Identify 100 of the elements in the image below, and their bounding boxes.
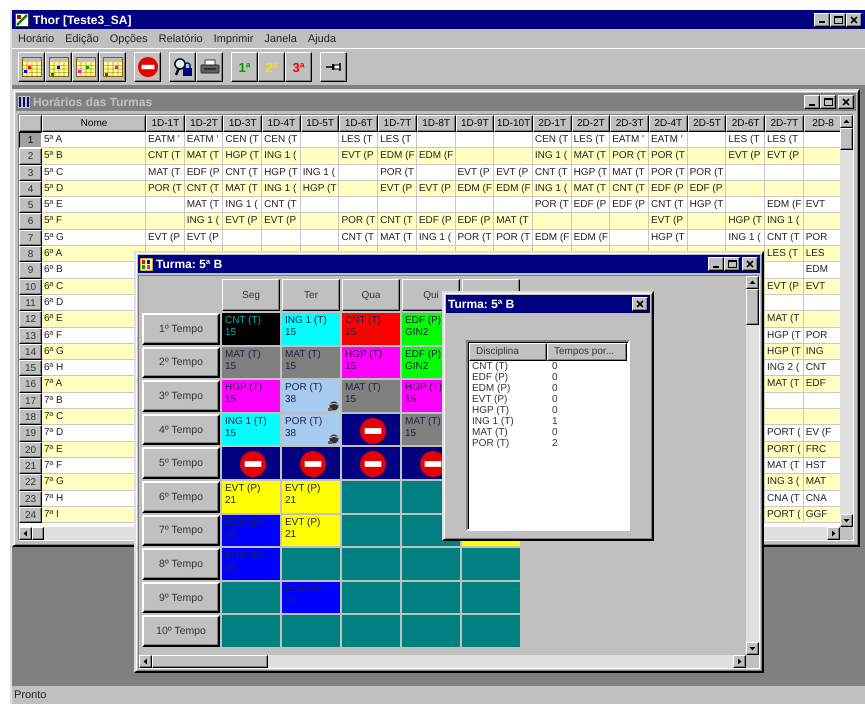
toolbar-button[interactable] bbox=[18, 52, 45, 82]
column-header[interactable]: 1D-9T bbox=[456, 115, 494, 132]
column-header[interactable]: 2D-8 bbox=[804, 115, 840, 132]
lesson-cell[interactable]: HGP (T) 15 bbox=[222, 380, 280, 412]
row-header[interactable]: 21 bbox=[19, 458, 42, 474]
column-header[interactable]: 1D-10T bbox=[494, 115, 533, 132]
blocked-cell[interactable] bbox=[342, 447, 400, 479]
column-header[interactable]: 1D-7T bbox=[378, 115, 417, 132]
blocked-cell[interactable] bbox=[342, 414, 400, 446]
menu-item[interactable]: Ajuda bbox=[308, 32, 336, 44]
empty-cell[interactable] bbox=[462, 615, 520, 647]
row-header[interactable]: 23 bbox=[19, 490, 42, 507]
period-button[interactable]: 8º Tempo bbox=[142, 548, 220, 580]
row-header[interactable]: 24 bbox=[19, 506, 42, 524]
period-button[interactable]: 9º Tempo bbox=[142, 582, 220, 614]
row-header[interactable]: 3 bbox=[19, 164, 42, 181]
column-header[interactable]: 2D-6T bbox=[726, 115, 765, 132]
period-button[interactable]: 4º Tempo bbox=[142, 414, 220, 446]
menu-item[interactable]: Edição bbox=[65, 32, 99, 44]
column-header[interactable]: 1D-2T bbox=[184, 115, 224, 132]
empty-cell[interactable] bbox=[282, 615, 340, 647]
period-button[interactable]: 7º Tempo bbox=[142, 514, 220, 546]
close-button[interactable] bbox=[742, 257, 758, 271]
empty-cell[interactable] bbox=[402, 615, 460, 647]
lesson-cell[interactable]: CNT (T) 15 bbox=[222, 313, 280, 345]
close-button[interactable] bbox=[632, 297, 648, 311]
period-button[interactable]: 2º Tempo bbox=[142, 346, 220, 378]
maximize-button[interactable] bbox=[830, 12, 846, 26]
menu-item[interactable]: Opções bbox=[110, 32, 148, 44]
scroll-thumb[interactable] bbox=[152, 655, 268, 668]
row-header[interactable]: 9 bbox=[19, 262, 42, 279]
column-header[interactable]: 1D-3T bbox=[223, 115, 262, 132]
scroll-arrow-button[interactable] bbox=[139, 655, 152, 668]
maximize-button[interactable] bbox=[724, 257, 740, 271]
scroll-arrow-button[interactable] bbox=[746, 642, 759, 655]
lesson-cell[interactable]: HGP (T) 15 bbox=[342, 346, 400, 378]
row-header[interactable]: 1 bbox=[19, 132, 42, 148]
row-header[interactable]: 22 bbox=[19, 474, 42, 491]
column-header[interactable]: 2D-2T bbox=[572, 115, 610, 132]
row-header[interactable]: 10 bbox=[19, 278, 42, 295]
toolbar-button[interactable] bbox=[99, 52, 126, 82]
column-header[interactable]: 1D-4T bbox=[262, 115, 301, 132]
scroll-arrow-button[interactable] bbox=[840, 514, 853, 527]
row-header[interactable]: 11 bbox=[19, 294, 42, 312]
blocked-cell[interactable] bbox=[222, 447, 280, 479]
scroll-thumb[interactable] bbox=[840, 128, 853, 150]
column-header[interactable]: Nome bbox=[42, 115, 146, 132]
column-header[interactable]: 1D-6T bbox=[339, 115, 378, 132]
column-header[interactable]: 1D-5T bbox=[300, 115, 340, 132]
scroll-arrow-button[interactable] bbox=[19, 527, 32, 540]
empty-cell[interactable] bbox=[402, 582, 460, 614]
row-header[interactable]: 17 bbox=[19, 392, 42, 410]
empty-cell[interactable] bbox=[342, 480, 400, 513]
toolbar-button[interactable] bbox=[320, 52, 347, 82]
empty-cell[interactable] bbox=[462, 582, 520, 614]
row-header[interactable]: 20 bbox=[19, 442, 42, 458]
row-header[interactable]: 16 bbox=[19, 376, 42, 393]
empty-cell[interactable] bbox=[342, 514, 400, 546]
day-header[interactable]: Ter bbox=[282, 279, 340, 311]
row-header[interactable]: 5 bbox=[19, 197, 42, 214]
day-header[interactable]: Qua bbox=[342, 279, 400, 311]
menu-item[interactable]: Imprimir bbox=[214, 32, 254, 44]
minimize-button[interactable] bbox=[814, 12, 830, 26]
scroll-thumb[interactable] bbox=[746, 289, 759, 325]
row-header[interactable]: 6 bbox=[19, 213, 42, 230]
column-header[interactable]: 2D-7T bbox=[765, 115, 804, 132]
period-button[interactable]: 6º Tempo bbox=[142, 480, 220, 513]
lesson-cell[interactable]: EVT (P) 21 bbox=[282, 480, 340, 513]
vertical-scrollbar[interactable] bbox=[840, 115, 853, 527]
maximize-button[interactable] bbox=[820, 95, 836, 109]
horizontal-scrollbar[interactable] bbox=[139, 655, 746, 668]
column-header[interactable]: 1D-8T bbox=[416, 115, 456, 132]
lesson-cell[interactable]: MAT (T) 15 bbox=[222, 346, 280, 378]
scroll-arrow-button[interactable] bbox=[840, 115, 853, 128]
column-header[interactable]: 2D-4T bbox=[648, 115, 688, 132]
lesson-cell[interactable]: MAT (T) 15 bbox=[282, 346, 340, 378]
column-header[interactable]: 2D-5T bbox=[688, 115, 726, 132]
scroll-arrow-button[interactable] bbox=[827, 527, 840, 540]
empty-cell[interactable] bbox=[222, 615, 280, 647]
column-header[interactable]: 2D-3T bbox=[610, 115, 649, 132]
period-button[interactable]: 5º Tempo bbox=[142, 447, 220, 479]
empty-cell[interactable] bbox=[402, 548, 460, 580]
row-header[interactable]: 12 bbox=[19, 311, 42, 328]
column-header[interactable]: 1D-1T bbox=[146, 115, 185, 132]
period-button[interactable]: 1º Tempo bbox=[142, 313, 220, 345]
minimize-button[interactable] bbox=[708, 257, 724, 271]
scroll-arrow-button[interactable] bbox=[746, 276, 759, 289]
toolbar-button[interactable] bbox=[72, 52, 99, 82]
row-header[interactable]: 13 bbox=[19, 328, 42, 344]
row-header[interactable]: 8 bbox=[19, 246, 42, 262]
empty-cell[interactable] bbox=[342, 548, 400, 580]
lesson-cell[interactable]: ING 1 (T) 15 bbox=[222, 414, 280, 446]
period-button[interactable]: 10º Tempo bbox=[142, 615, 220, 647]
lesson-cell[interactable]: POR (T) 38 bbox=[282, 414, 340, 446]
toolbar-button[interactable] bbox=[169, 52, 196, 82]
column-header[interactable]: Tempos por... bbox=[547, 343, 627, 361]
period-button[interactable]: 3º Tempo bbox=[142, 380, 220, 412]
lesson-cell[interactable]: ING 1 (T) 15 bbox=[282, 313, 340, 345]
row-header[interactable]: 18 bbox=[19, 409, 42, 426]
day-header[interactable]: Seg bbox=[222, 279, 280, 311]
